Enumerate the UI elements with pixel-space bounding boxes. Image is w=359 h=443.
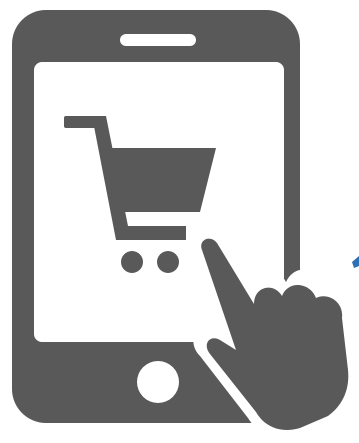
cart-wheel-left <box>121 251 143 273</box>
tablet-home-button <box>137 361 179 403</box>
cart-basket <box>100 148 216 212</box>
accent-mark <box>352 256 359 268</box>
tablet-speaker-slot <box>120 34 196 46</box>
tablet-shopping-illustration <box>12 10 359 440</box>
cart-wheel-right <box>157 251 179 273</box>
